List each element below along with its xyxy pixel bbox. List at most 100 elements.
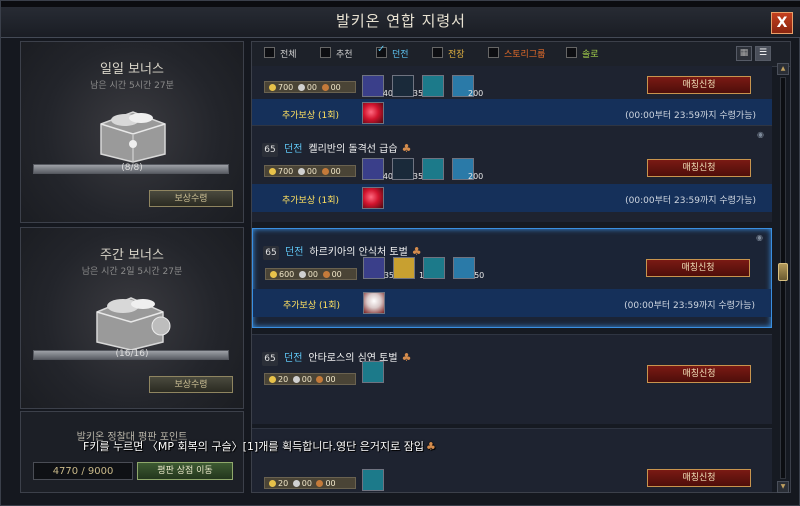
gold-coin-icon xyxy=(269,168,276,175)
matching-apply-button[interactable]: 매칭신청 xyxy=(647,159,751,177)
quest-list-panel: 전체 추천 던전 전장 스토리그룹 솔로 ▦ ☰ 700 00 00 40 35 xyxy=(251,41,791,493)
reward-item-icon[interactable]: 1 xyxy=(393,257,424,280)
extra-reward-row: 추가보상 (1회) (00:00부터 23:59까지 수령가능) xyxy=(253,289,771,317)
bell-icon: ♣ xyxy=(401,142,412,155)
gold-amount: 600 xyxy=(279,270,295,279)
scroll-thumb[interactable] xyxy=(778,263,788,281)
cost-display: 700 00 00 xyxy=(264,81,356,93)
filter-story-group[interactable]: 스토리그룹 xyxy=(488,47,545,60)
quest-card[interactable]: 65 던전 안타로스의 심연 토벌 ♣ 20 00 00 매칭신청 xyxy=(252,334,772,424)
quest-category: 던전 xyxy=(284,144,303,155)
reward-item-icon[interactable]: 35 xyxy=(363,257,394,280)
list-view-icon[interactable]: ☰ xyxy=(755,46,771,61)
copper-amount: 00 xyxy=(331,270,342,279)
checkbox[interactable] xyxy=(566,47,577,58)
treasure-chest-icon xyxy=(96,297,171,350)
gold-coin-icon xyxy=(269,480,276,487)
notification-text: F키를 누르면 〈MP 회복의 구슬〉[1]개를 획득합니다.영단 은거지로 잠… xyxy=(83,440,425,453)
reward-items: 40 35 200 xyxy=(362,75,483,98)
close-button[interactable]: X xyxy=(771,12,793,34)
reward-item-icon[interactable]: 35 xyxy=(392,75,423,98)
quest-category: 던전 xyxy=(284,353,303,364)
copper-amount: 00 xyxy=(330,167,341,176)
ruby-reward-icon[interactable] xyxy=(362,102,384,124)
checkbox[interactable] xyxy=(488,47,499,58)
reward-item-icon[interactable]: 200 xyxy=(452,158,483,181)
checkbox[interactable] xyxy=(320,47,331,58)
weekly-bonus-title: 주간 보너스 xyxy=(100,248,164,263)
reward-items xyxy=(362,469,387,491)
eye-icon[interactable]: ◉ xyxy=(756,233,763,242)
silver-amount: 00 xyxy=(307,270,319,279)
copper-amount: 00 xyxy=(330,83,341,92)
weekly-bonus-box: 주간 보너스 남은 시간 2일 5시간 27분 (16/16) 보상수령 xyxy=(20,227,244,409)
quest-list: 700 00 00 40 35 200 매칭신청 추가보상 (1회) (00:0… xyxy=(252,66,772,492)
scrollbar[interactable]: ▲ ▼ xyxy=(777,63,789,493)
copper-coin-icon xyxy=(316,376,324,383)
silver-coin-icon xyxy=(297,168,305,175)
weekly-claim-button[interactable]: 보상수령 xyxy=(149,376,233,393)
gold-coin-icon xyxy=(269,84,276,91)
scroll-down-icon[interactable]: ▼ xyxy=(777,481,789,493)
gold-amount: 20 xyxy=(278,479,289,488)
filter-battleground[interactable]: 전장 xyxy=(432,47,465,60)
ruby-reward-icon[interactable] xyxy=(362,187,384,209)
filter-label: 던전 xyxy=(392,50,409,60)
quest-card-partial[interactable]: 700 00 00 40 35 200 매칭신청 추가보상 (1회) (00:0… xyxy=(252,66,772,125)
cake-reward-icon[interactable] xyxy=(363,292,385,314)
quest-card-selected[interactable]: ◉ 65 던전 하르키아의 안식처 토벌 ♣ 600 00 00 35 1 50 매칭… xyxy=(252,228,772,328)
checkbox[interactable] xyxy=(432,47,443,58)
reward-items xyxy=(362,361,387,383)
reward-item-icon[interactable]: 35 xyxy=(392,158,423,181)
reward-item-icon[interactable] xyxy=(423,257,446,279)
daily-bonus-title: 일일 보너스 xyxy=(100,62,164,77)
checkbox-checked[interactable] xyxy=(376,44,387,58)
daily-bonus-box: 일일 보너스 남은 시간 5시간 27분 (8/8) 보상수령 xyxy=(20,41,244,223)
top-hud-strip xyxy=(1,1,800,7)
grid-view-icon[interactable]: ▦ xyxy=(736,46,752,61)
gold-coin-icon xyxy=(269,376,276,383)
scroll-up-icon[interactable]: ▲ xyxy=(777,63,789,75)
matching-apply-button[interactable]: 매칭신청 xyxy=(646,259,750,277)
copper-coin-icon xyxy=(321,168,329,175)
title-bar[interactable]: 발키온 연합 지령서 X xyxy=(1,1,800,38)
filter-dungeon[interactable]: 던전 xyxy=(376,44,409,60)
reward-item-icon[interactable] xyxy=(422,75,445,97)
eye-icon[interactable]: ◉ xyxy=(757,130,764,139)
daily-progress-count: (8/8) xyxy=(121,163,143,173)
filter-label: 스토리그룹 xyxy=(504,50,546,60)
matching-apply-button[interactable]: 매칭신청 xyxy=(647,76,751,94)
reward-item-icon[interactable] xyxy=(362,469,384,491)
daily-bonus-time: 남은 시간 5시간 27분 xyxy=(90,81,174,91)
filter-bar: 전체 추천 던전 전장 스토리그룹 솔로 ▦ ☰ xyxy=(252,42,790,67)
bell-icon: ♣ xyxy=(401,351,412,364)
quest-card[interactable]: ◉ 65 던전 켈리반의 돌격선 급습 ♣ 700 00 00 40 35 200 매… xyxy=(252,125,772,222)
quest-name: 켈리반의 돌격선 급습 xyxy=(308,144,398,155)
silver-amount: 00 xyxy=(306,83,318,92)
reputation-shop-button[interactable]: 평판 상점 이동 xyxy=(137,462,233,480)
cost-display: 600 00 00 xyxy=(265,268,357,280)
filter-recommended[interactable]: 추천 xyxy=(320,47,353,60)
cost-display: 20 00 00 xyxy=(264,477,356,489)
silver-coin-icon xyxy=(292,376,300,383)
treasure-chest-icon xyxy=(100,111,166,163)
copper-amount: 00 xyxy=(325,479,336,488)
matching-apply-button[interactable]: 매칭신청 xyxy=(647,469,751,487)
reward-item-icon[interactable] xyxy=(422,158,445,180)
reward-item-icon[interactable]: 50 xyxy=(453,257,484,280)
reward-item-icon[interactable]: 40 xyxy=(362,158,393,181)
reward-item-icon[interactable]: 200 xyxy=(452,75,483,98)
filter-label: 전체 xyxy=(280,50,297,60)
reward-item-icon[interactable]: 40 xyxy=(362,75,393,98)
filter-all[interactable]: 전체 xyxy=(264,47,297,60)
extra-reward-time: (00:00부터 23:59까지 수령가능) xyxy=(625,111,756,121)
silver-amount: 00 xyxy=(301,479,312,488)
reward-item-icon[interactable] xyxy=(362,361,384,383)
reward-items: 35 1 50 xyxy=(363,257,484,280)
matching-apply-button[interactable]: 매칭신청 xyxy=(647,365,751,383)
checkbox[interactable] xyxy=(264,47,275,58)
filter-solo[interactable]: 솔로 xyxy=(566,47,599,60)
daily-claim-button[interactable]: 보상수령 xyxy=(149,190,233,207)
extra-reward-time: (00:00부터 23:59까지 수령가능) xyxy=(624,301,755,311)
window-title: 발키온 연합 지령서 xyxy=(336,12,466,30)
